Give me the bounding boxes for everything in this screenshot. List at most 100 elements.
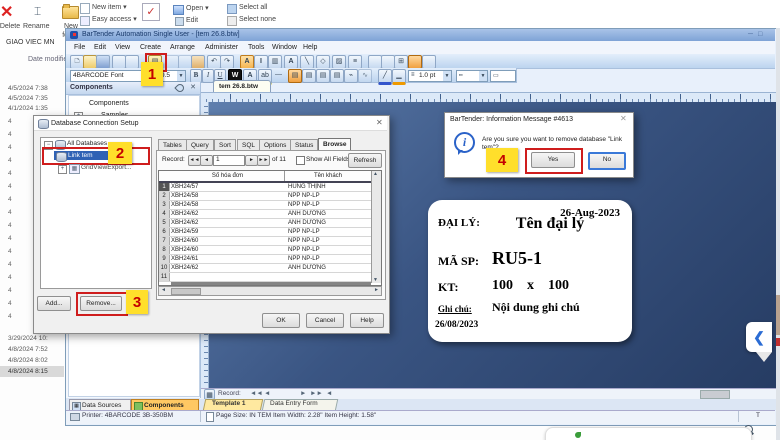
menu-arrange[interactable]: Arrange — [170, 43, 195, 52]
zoom-out-icon[interactable] — [381, 55, 395, 69]
flip-icon[interactable]: ∿ — [358, 69, 372, 83]
picture-tool-icon[interactable]: ▨ — [332, 55, 346, 69]
open-label[interactable]: Open ▾ — [186, 4, 209, 13]
show-all-fields-checkbox[interactable] — [296, 156, 305, 165]
menu-file[interactable]: File — [74, 43, 85, 52]
horizontal-scrollbar[interactable]: ◄ ► — [158, 286, 382, 296]
components-root-item[interactable]: Components — [89, 99, 129, 108]
browse-table[interactable]: Số hóa đơn Tên khách 1XBH24/57HUNG THỊNH… — [158, 170, 382, 286]
record-slider[interactable] — [700, 390, 730, 399]
record-next-icon[interactable]: ► — [300, 390, 306, 398]
tab-template-1-label[interactable]: Template 1 — [212, 400, 245, 408]
chevron-down-icon[interactable]: ▼ — [177, 71, 185, 81]
scroll-thumb[interactable] — [171, 288, 201, 295]
save-icon[interactable] — [96, 55, 110, 69]
record-prev-button[interactable]: ◄ — [200, 155, 213, 166]
delete-icon[interactable]: ✕ — [0, 2, 13, 22]
menu-tools[interactable]: Tools — [248, 43, 264, 52]
toolbox-icon[interactable] — [408, 55, 422, 69]
record-extra-icon[interactable]: ◄ — [326, 390, 332, 398]
table-row[interactable]: 3XBH24/58NPP NP-LP — [159, 201, 371, 210]
vertical-scrollbar[interactable]: ▲ ▼ — [371, 171, 381, 283]
table-row[interactable]: 2XBH24/58NPP NP-LP — [159, 192, 371, 201]
paste-icon[interactable] — [191, 55, 205, 69]
no-button[interactable]: No — [588, 152, 626, 170]
column-header-customer[interactable]: Tên khách — [288, 171, 368, 181]
menu-window[interactable]: Window — [272, 43, 297, 52]
menu-edit[interactable]: Edit — [94, 43, 106, 52]
minimize-icon[interactable]: ─ — [748, 30, 753, 39]
redo-icon[interactable]: ↷ — [220, 55, 234, 69]
barcode-tool-icon[interactable]: ▥ — [268, 55, 282, 69]
message-box-close-icon[interactable]: ✕ — [620, 114, 627, 123]
open-file-icon[interactable] — [83, 55, 97, 69]
table-row[interactable]: 9XBH24/61NPP NP-LP — [159, 255, 371, 264]
close-icon[interactable]: ✕ — [190, 83, 196, 91]
refresh-button[interactable]: Refresh — [348, 153, 382, 168]
fill-color-icon[interactable]: ▁ — [392, 69, 406, 85]
column-header-invoice[interactable]: Số hóa đơn — [171, 171, 285, 181]
chevron-down-icon[interactable]: ▼ — [443, 71, 451, 81]
data-sources-toolbar-icon[interactable] — [422, 55, 436, 69]
copy-icon[interactable] — [178, 55, 192, 69]
table-row[interactable]: 8XBH24/60NPP NP-LP — [159, 246, 371, 255]
explorer-folder-label[interactable]: GIAO VIEC MN — [6, 38, 55, 47]
expand-node-icon[interactable]: + — [58, 165, 67, 174]
edit-label[interactable]: Edit — [186, 16, 198, 25]
text-tool-icon[interactable]: A — [240, 55, 254, 69]
maximize-icon[interactable]: □ — [758, 30, 762, 39]
shape-tool-icon[interactable]: ◇ — [316, 55, 330, 69]
tab-data-entry-form-label[interactable]: Data Entry Form — [270, 400, 318, 408]
scroll-up-icon[interactable]: ▲ — [373, 171, 378, 177]
zoom-fit-icon[interactable]: ⊞ — [394, 55, 408, 69]
line-tool-icon[interactable]: ╲ — [300, 55, 314, 69]
label-preview[interactable]: 26-Aug-2023 ĐẠI LÝ: Tên đại lý MÃ SP: RU… — [428, 200, 632, 342]
table-row[interactable]: 4XBH24/62ANH DƯƠNG — [159, 210, 371, 219]
record-first-icon[interactable]: ◄◄ — [250, 390, 263, 398]
chevron-down-icon[interactable]: ▼ — [479, 71, 487, 81]
db-dialog-close-icon[interactable]: ✕ — [376, 118, 383, 127]
scroll-right-icon[interactable]: ► — [374, 287, 379, 293]
scroll-down-icon[interactable]: ▼ — [373, 277, 378, 283]
rename-label[interactable]: Rename — [23, 22, 49, 31]
line-color-icon[interactable]: ╱ — [378, 69, 392, 85]
cut-icon[interactable] — [165, 55, 179, 69]
record-prev-icon[interactable]: ◄ — [264, 390, 270, 398]
tree-gridviewexport[interactable]: GridViewExport... — [81, 164, 131, 172]
table-row[interactable]: 7XBH24/60NPP NP-LP — [159, 237, 371, 246]
record-number-field[interactable]: 1 — [213, 155, 245, 166]
table-row[interactable]: 6XBH24/59NPP NP-LP — [159, 228, 371, 237]
layer-tool-icon[interactable]: ≡ — [348, 55, 362, 69]
table-row[interactable]: 1XBH24/57HUNG THỊNH — [159, 183, 371, 192]
scroll-left-icon[interactable]: ◄ — [161, 287, 166, 293]
cancel-button[interactable]: Cancel — [306, 313, 344, 328]
pin-icon[interactable] — [174, 82, 185, 93]
align-justify-icon[interactable]: ▤ — [330, 69, 344, 83]
collapse-panel-button[interactable]: ❮ — [746, 322, 772, 352]
new-document-icon[interactable]: 🗅 — [70, 55, 84, 69]
table-row[interactable]: 10XBH24/62ANH DƯƠNG — [159, 264, 371, 273]
bold-icon[interactable]: B — [190, 69, 202, 83]
table-row[interactable]: 11 — [159, 273, 371, 282]
zoom-in-icon[interactable] — [368, 55, 382, 69]
menu-create[interactable]: Create — [140, 43, 161, 52]
font-tool-icon[interactable]: A — [284, 55, 298, 69]
tab-browse[interactable]: Browse — [318, 138, 351, 150]
ok-button[interactable]: OK — [262, 313, 300, 328]
align-center-icon[interactable]: ▤ — [302, 69, 316, 83]
add-button[interactable]: Add... — [37, 296, 71, 311]
align-left-icon[interactable]: ▤ — [288, 69, 302, 83]
print-icon[interactable] — [112, 55, 126, 69]
help-button[interactable]: Help — [350, 313, 384, 328]
rotate-icon[interactable]: ⌁ — [344, 69, 358, 83]
line-style-combo[interactable]: ┅ ▼ — [456, 70, 488, 82]
checkbox-icon[interactable]: ✓ — [142, 3, 160, 21]
insert-text-icon[interactable]: I — [254, 55, 268, 69]
new-item-label[interactable]: New item ▾ — [92, 3, 127, 12]
record-last-icon[interactable]: ►► — [310, 390, 323, 398]
line-weight-combo[interactable]: ≡ 1.0 pt ▼ — [408, 70, 452, 82]
select-none-label[interactable]: Select none — [239, 15, 276, 24]
menu-view[interactable]: View — [115, 43, 130, 52]
italic-icon[interactable]: I — [202, 69, 214, 83]
table-row[interactable]: 5XBH24/62ANH DƯƠNG — [159, 219, 371, 228]
